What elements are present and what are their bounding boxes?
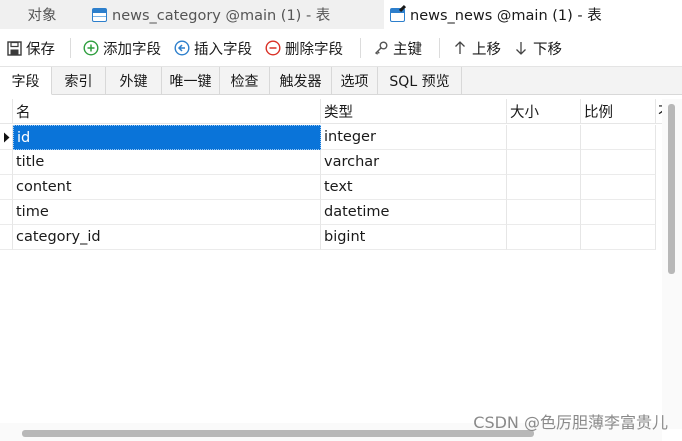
- column-header-size[interactable]: 大小: [507, 99, 581, 124]
- tab-checks[interactable]: 检查: [220, 67, 270, 94]
- tab-news-category[interactable]: news_category @main (1) - 表: [86, 0, 378, 29]
- field-scale-cell[interactable]: [581, 150, 656, 175]
- move-up-button[interactable]: 上移: [452, 29, 501, 67]
- primary-key-label: 主键: [393, 41, 422, 58]
- add-field-button[interactable]: 添加字段: [83, 29, 161, 67]
- remove-circle-icon: [265, 40, 281, 56]
- horizontal-scrollbar-thumb[interactable]: [22, 430, 534, 437]
- vertical-scrollbar-thumb[interactable]: [668, 104, 675, 274]
- field-size-cell[interactable]: [507, 125, 581, 150]
- tab-indexes[interactable]: 索引: [52, 67, 106, 94]
- move-down-button[interactable]: 下移: [513, 29, 562, 67]
- field-name-cell[interactable]: title: [13, 150, 321, 175]
- add-field-label: 添加字段: [103, 41, 161, 58]
- column-header-scale[interactable]: 比例: [581, 99, 656, 124]
- tab-news-news-label: news_news @main (1) - 表: [410, 8, 602, 24]
- field-scale-cell[interactable]: [581, 175, 656, 200]
- field-type-cell[interactable]: bigint: [321, 225, 507, 250]
- field-name-cell[interactable]: id: [13, 125, 321, 150]
- insert-field-button[interactable]: 插入字段: [174, 29, 252, 67]
- primary-key-button[interactable]: 主键: [373, 29, 422, 67]
- tab-triggers[interactable]: 触发器: [270, 67, 332, 94]
- tab-objects[interactable]: 对象: [0, 0, 84, 29]
- column-header-type[interactable]: 类型: [321, 99, 507, 124]
- toolbar: 保存 添加字段 插入字段 删除字段 主键 上移 下移: [0, 29, 682, 67]
- key-icon: [373, 40, 389, 56]
- field-type-cell[interactable]: datetime: [321, 200, 507, 225]
- field-type-cell[interactable]: integer: [321, 125, 507, 150]
- row-marker-header: [0, 99, 13, 124]
- move-up-label: 上移: [472, 41, 501, 58]
- field-size-cell[interactable]: [507, 200, 581, 225]
- save-button[interactable]: 保存: [6, 29, 55, 67]
- tab-unique-keys[interactable]: 唯一键: [162, 67, 220, 94]
- tab-news-category-label: news_category @main (1) - 表: [112, 8, 331, 24]
- watermark: CSDN @色厉胆薄李富贵儿: [473, 413, 668, 432]
- vertical-scrollbar[interactable]: [662, 99, 682, 429]
- tab-sql-preview[interactable]: SQL 预览: [378, 67, 462, 94]
- insert-circle-icon: [174, 40, 190, 56]
- row-marker: [0, 175, 13, 200]
- tab-options[interactable]: 选项: [332, 67, 378, 94]
- field-size-cell[interactable]: [507, 150, 581, 175]
- field-name-cell[interactable]: category_id: [13, 225, 321, 250]
- tab-foreign-keys[interactable]: 外键: [106, 67, 162, 94]
- toolbar-divider: [360, 38, 361, 58]
- row-marker: [0, 150, 13, 175]
- move-down-label: 下移: [533, 41, 562, 58]
- toolbar-divider: [439, 38, 440, 58]
- field-name-cell[interactable]: time: [13, 200, 321, 225]
- table-row[interactable]: content text: [0, 175, 662, 200]
- table-row[interactable]: id integer: [0, 125, 662, 150]
- field-scale-cell[interactable]: [581, 200, 656, 225]
- field-size-cell[interactable]: [507, 175, 581, 200]
- table-icon: [92, 7, 107, 22]
- table-row[interactable]: category_id bigint: [0, 225, 662, 250]
- arrow-up-icon: [452, 40, 468, 56]
- toolbar-divider: [70, 38, 71, 58]
- arrow-down-icon: [513, 40, 529, 56]
- row-marker: [0, 200, 13, 225]
- tab-fields[interactable]: 字段: [0, 67, 52, 95]
- grid-header: 名 类型 大小 比例 不: [0, 99, 662, 125]
- field-type-cell[interactable]: text: [321, 175, 507, 200]
- row-marker: [0, 225, 13, 250]
- insert-field-label: 插入字段: [194, 41, 252, 58]
- current-row-pointer-icon: [0, 125, 13, 150]
- field-scale-cell[interactable]: [581, 125, 656, 150]
- table-row[interactable]: time datetime: [0, 200, 662, 225]
- tab-objects-label: 对象: [27, 8, 57, 24]
- add-circle-icon: [83, 40, 99, 56]
- field-type-cell[interactable]: varchar: [321, 150, 507, 175]
- table-edit-icon: [390, 7, 405, 22]
- field-size-cell[interactable]: [507, 225, 581, 250]
- tab-news-news[interactable]: news_news @main (1) - 表: [384, 0, 682, 29]
- field-name-cell[interactable]: content: [13, 175, 321, 200]
- delete-field-label: 删除字段: [285, 41, 343, 58]
- save-icon: [6, 40, 22, 56]
- column-header-name[interactable]: 名: [13, 99, 321, 124]
- window-tab-bar: 对象 news_category @main (1) - 表 news_news…: [0, 0, 682, 29]
- save-label: 保存: [26, 41, 55, 58]
- field-scale-cell[interactable]: [581, 225, 656, 250]
- designer-tab-bar: 字段 索引 外键 唯一键 检查 触发器 选项 SQL 预览: [0, 67, 682, 95]
- table-row[interactable]: title varchar: [0, 150, 662, 175]
- delete-field-button[interactable]: 删除字段: [265, 29, 343, 67]
